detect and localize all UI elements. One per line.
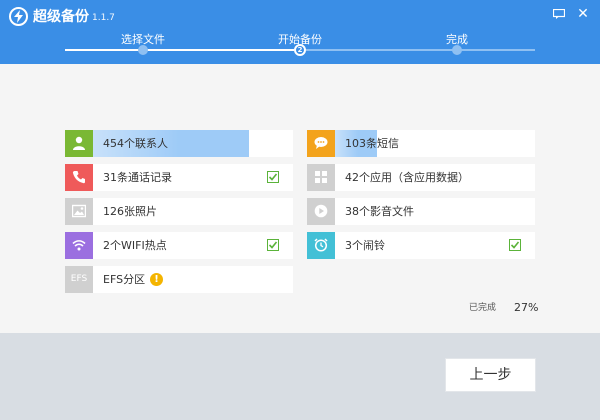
wifi-label: 2个WIFI热点 bbox=[103, 239, 167, 252]
photo-icon bbox=[65, 198, 93, 225]
app-title: 超级备份 bbox=[33, 9, 89, 25]
photos-label: 126张照片 bbox=[103, 205, 157, 218]
warning-icon[interactable]: ! bbox=[150, 273, 163, 286]
step-line-1b bbox=[143, 49, 294, 51]
step-dot-select bbox=[138, 45, 148, 55]
backup-item-sms: 103条短信 bbox=[307, 130, 535, 157]
contacts-label: 454个联系人 bbox=[103, 137, 168, 150]
sms-label: 103条短信 bbox=[345, 137, 399, 150]
backup-item-photos: 126张照片 bbox=[65, 198, 293, 225]
backup-item-calls: 31条通话记录 bbox=[65, 164, 293, 191]
sms-icon bbox=[307, 130, 335, 157]
check-icon bbox=[267, 171, 279, 183]
previous-step-button[interactable]: 上一步 bbox=[445, 358, 536, 392]
backup-item-apps: 42个应用（含应用数据） bbox=[307, 164, 535, 191]
step-dot-backup: 2 bbox=[294, 44, 306, 56]
step-line-1a bbox=[65, 49, 143, 51]
apps-icon bbox=[307, 164, 335, 191]
app-window: 超级备份 1.1.7 ✕ 选择文件 开始备份 完成 2 454个联系人 103条… bbox=[0, 0, 600, 420]
backup-item-contacts: 454个联系人 bbox=[65, 130, 293, 157]
app-version: 1.1.7 bbox=[92, 13, 115, 23]
phone-icon bbox=[65, 164, 93, 191]
step-line-3 bbox=[457, 49, 535, 51]
step-line-2 bbox=[306, 49, 457, 51]
step-dot-done bbox=[452, 45, 462, 55]
app-logo-icon bbox=[9, 7, 28, 26]
calls-label: 31条通话记录 bbox=[103, 171, 172, 184]
close-icon[interactable]: ✕ bbox=[574, 5, 592, 23]
media-icon bbox=[307, 198, 335, 225]
apps-label: 42个应用（含应用数据） bbox=[345, 171, 469, 184]
backup-item-efs: EFS EFS分区 ! bbox=[65, 266, 293, 293]
progress-percent: 27% bbox=[514, 301, 539, 314]
wifi-icon bbox=[65, 232, 93, 259]
progress-label: 已完成 bbox=[469, 303, 497, 313]
efs-label: EFS分区 bbox=[103, 273, 146, 286]
backup-item-media: 38个影音文件 bbox=[307, 198, 535, 225]
title-bar: 超级备份 1.1.7 ✕ 选择文件 开始备份 完成 2 bbox=[0, 0, 600, 64]
alarms-label: 3个闹铃 bbox=[345, 239, 385, 252]
media-label: 38个影音文件 bbox=[345, 205, 414, 218]
feedback-icon[interactable] bbox=[550, 5, 568, 23]
backup-item-alarms: 3个闹铃 bbox=[307, 232, 535, 259]
check-icon bbox=[267, 239, 279, 251]
alarm-icon bbox=[307, 232, 335, 259]
check-icon bbox=[509, 239, 521, 251]
efs-icon: EFS bbox=[65, 266, 93, 293]
contacts-icon bbox=[65, 130, 93, 157]
backup-item-wifi: 2个WIFI热点 bbox=[65, 232, 293, 259]
